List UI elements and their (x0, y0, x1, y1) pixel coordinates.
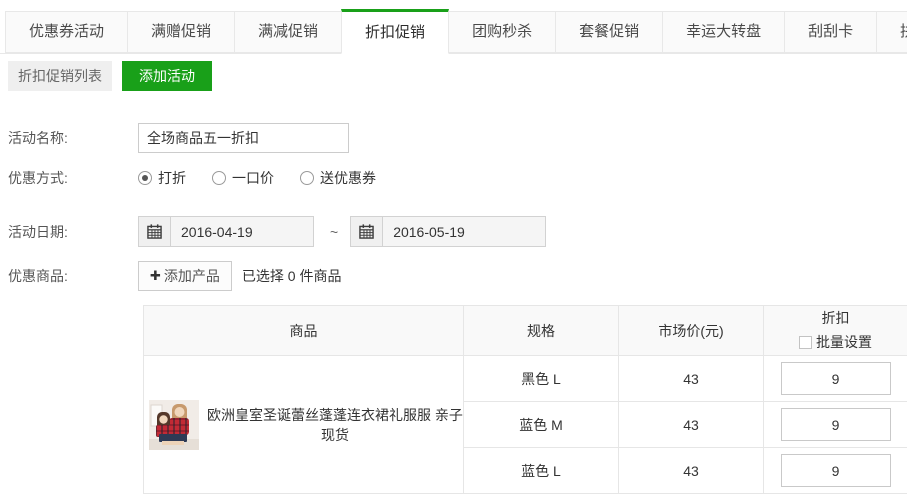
end-date-value: 2016-05-19 (383, 224, 465, 240)
discount-type-label: 优惠方式: (0, 168, 138, 188)
activity-name-input[interactable] (138, 123, 349, 153)
radio-option-dazhe[interactable]: 打折 (138, 168, 186, 188)
product-name: 欧洲皇室圣诞蕾丝蓬蓬连衣裙礼服服 亲子现货 (207, 405, 463, 445)
product-cell: 欧洲皇室圣诞蕾丝蓬蓬连衣裙礼服服 亲子现货 (144, 356, 464, 494)
promo-products-label: 优惠商品: (0, 266, 138, 286)
discount-promo-list-button[interactable]: 折扣促销列表 (8, 61, 112, 91)
radio-unselected-icon[interactable] (300, 171, 314, 185)
activity-date-row: 活动日期: 2016-04-19 (0, 216, 907, 247)
radio-unselected-icon[interactable] (212, 171, 226, 185)
plus-icon: ✚ (150, 268, 161, 284)
header-discount-label: 折扣 (764, 307, 907, 331)
promo-products-row: 优惠商品: ✚ 添加产品 已选择 0 件商品 (0, 261, 907, 291)
tab-full-gift-promo[interactable]: 满赠促销 (127, 11, 235, 53)
discount-type-row: 优惠方式: 打折 一口价 送优惠券 (0, 168, 907, 188)
batch-set-wrap: 批量设置 (764, 331, 907, 355)
spec-cell: 蓝色 L (464, 448, 619, 494)
header-product: 商品 (144, 306, 464, 356)
spec-cell: 黑色 L (464, 356, 619, 402)
activity-date-label: 活动日期: (0, 222, 138, 242)
calendar-icon[interactable] (351, 217, 383, 246)
tab-lucky-wheel[interactable]: 幸运大转盘 (662, 11, 785, 53)
discount-cell (764, 448, 907, 494)
radio-option-label: 送优惠券 (320, 168, 376, 188)
promo-products-table: 商品 规格 市场价(元) 折扣 批量设置 (143, 305, 907, 494)
end-date-picker[interactable]: 2016-05-19 (350, 216, 546, 247)
tab-pintuan-seckill[interactable]: 拼团秒杀 (876, 11, 907, 53)
header-price: 市场价(元) (619, 306, 764, 356)
calendar-icon[interactable] (139, 217, 171, 246)
discount-cell (764, 356, 907, 402)
tab-full-reduction-promo[interactable]: 满减促销 (234, 11, 342, 53)
product-image (149, 400, 199, 450)
date-range-separator: ~ (330, 224, 338, 240)
start-date-picker[interactable]: 2016-04-19 (138, 216, 314, 247)
activity-name-row: 活动名称: (0, 123, 907, 153)
discount-input[interactable] (781, 362, 891, 395)
spec-cell: 蓝色 M (464, 402, 619, 448)
batch-set-label: 批量设置 (816, 334, 872, 350)
discount-cell (764, 402, 907, 448)
tab-scratch-card[interactable]: 刮刮卡 (784, 11, 877, 53)
table-header-row: 商品 规格 市场价(元) 折扣 批量设置 (144, 306, 907, 356)
radio-selected-icon[interactable] (138, 171, 152, 185)
add-product-button[interactable]: ✚ 添加产品 (138, 261, 232, 291)
discount-input[interactable] (781, 454, 891, 487)
tab-group-seckill[interactable]: 团购秒杀 (448, 11, 556, 53)
radio-option-label: 一口价 (232, 168, 274, 188)
radio-option-label: 打折 (158, 168, 186, 188)
tab-package-promo[interactable]: 套餐促销 (555, 11, 663, 53)
selected-count-text: 已选择 0 件商品 (242, 266, 342, 286)
price-cell: 43 (619, 356, 764, 402)
header-discount: 折扣 批量设置 (764, 306, 907, 356)
promotion-admin-page: 优惠券活动 满赠促销 满减促销 折扣促销 团购秒杀 套餐促销 幸运大转盘 刮刮卡… (0, 0, 907, 494)
price-cell: 43 (619, 448, 764, 494)
radio-option-yikoujia[interactable]: 一口价 (212, 168, 274, 188)
table-row: 欧洲皇室圣诞蕾丝蓬蓬连衣裙礼服服 亲子现货 黑色 L 43 (144, 356, 907, 402)
batch-set-checkbox[interactable] (799, 336, 812, 349)
tab-discount-promo[interactable]: 折扣促销 (341, 9, 449, 54)
activity-name-label: 活动名称: (0, 128, 138, 148)
add-activity-button[interactable]: 添加活动 (122, 61, 212, 91)
price-cell: 43 (619, 402, 764, 448)
radio-option-songyouhuiquan[interactable]: 送优惠券 (300, 168, 376, 188)
add-activity-form: 活动名称: 优惠方式: 打折 一口价 送优惠券 活动日期 (0, 123, 907, 291)
add-product-button-label: 添加产品 (164, 266, 220, 286)
promotion-tabbar: 优惠券活动 满赠促销 满减促销 折扣促销 团购秒杀 套餐促销 幸运大转盘 刮刮卡… (0, 0, 907, 54)
discount-input[interactable] (781, 408, 891, 441)
header-spec: 规格 (464, 306, 619, 356)
subnav: 折扣促销列表 添加活动 (8, 61, 907, 91)
discount-type-options: 打折 一口价 送优惠券 (138, 168, 402, 188)
tab-coupon-activity[interactable]: 优惠券活动 (5, 11, 128, 53)
start-date-value: 2016-04-19 (171, 224, 253, 240)
